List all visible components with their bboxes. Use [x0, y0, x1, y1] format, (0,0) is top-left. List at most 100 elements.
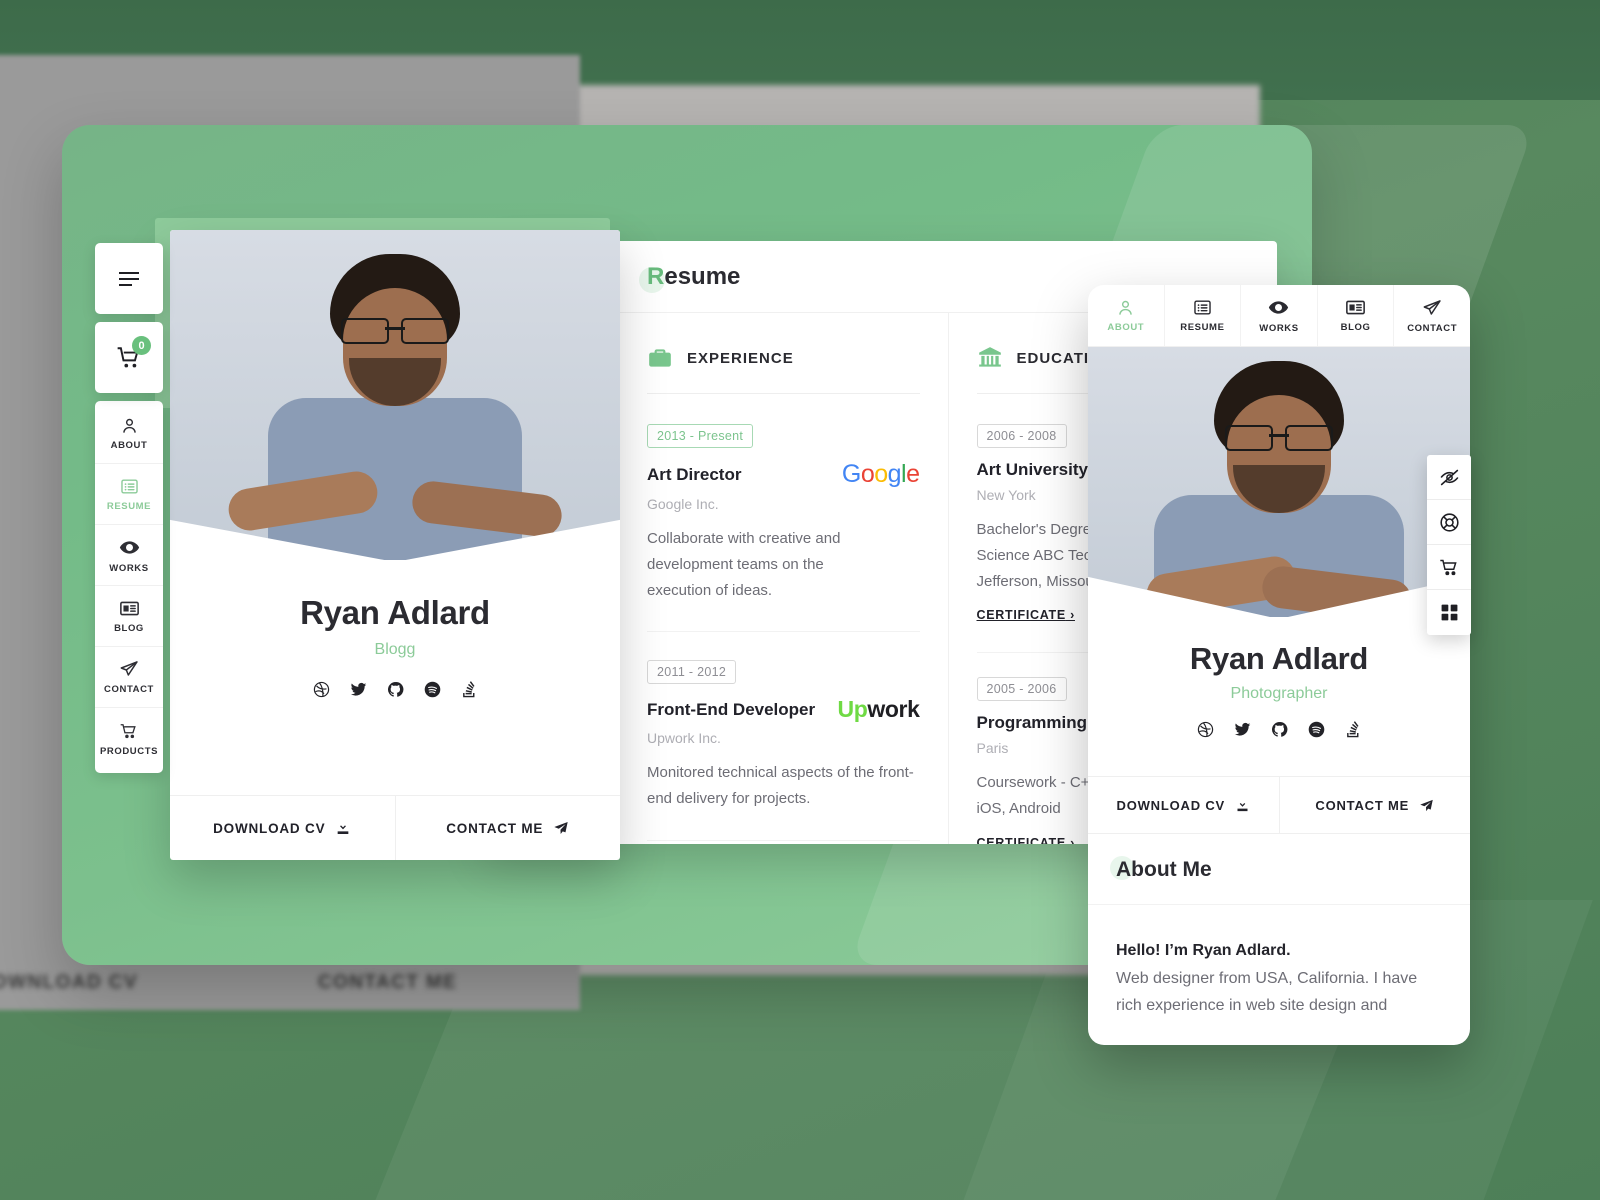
- sidebar-item-resume[interactable]: RESUME: [95, 464, 163, 525]
- profile-card-body: Ryan Adlard Blogg DOWNLOAD CV CONTACT ME: [170, 560, 620, 860]
- tab-label: WORKS: [1259, 323, 1299, 334]
- grid-button[interactable]: [1427, 590, 1471, 635]
- education-certificate-link[interactable]: CERTIFICATE ›: [977, 608, 1075, 622]
- education-certificate-link[interactable]: CERTIFICATE ›: [977, 836, 1075, 844]
- upwork-logo: Upwork: [837, 696, 920, 723]
- education-period-badge: 2006 - 2008: [976, 424, 1067, 448]
- list-card-icon: [1193, 298, 1212, 317]
- eye-slash-icon: [1439, 467, 1460, 488]
- mobile-about-text: Hello! I’m Ryan Adlard. Web designer fro…: [1088, 905, 1470, 1020]
- eye-icon: [1268, 297, 1289, 318]
- mobile-contact-me-button[interactable]: CONTACT ME: [1280, 777, 1471, 833]
- mobile-profile-body: Ryan Adlard Photographer: [1088, 617, 1470, 738]
- experience-divider: [647, 631, 920, 633]
- sidebar-item-label: RESUME: [106, 500, 152, 512]
- support-button[interactable]: [1427, 500, 1471, 545]
- spotify-icon[interactable]: [424, 681, 441, 698]
- mobile-preview-card: ABOUT RESUME WORKS BLOG CONTACT Ryan Adl…: [1088, 285, 1470, 1045]
- cart-count-badge: 0: [132, 336, 151, 355]
- profile-name: Ryan Adlard: [300, 594, 490, 631]
- hide-toggle-button[interactable]: [1427, 455, 1471, 500]
- background-blurred-download-label: OWNLOAD CV: [0, 972, 138, 993]
- download-icon: [335, 820, 351, 836]
- hamburger-icon: [116, 270, 142, 288]
- experience-entry: 2013 - Present Art Director Google Googl…: [647, 424, 920, 603]
- education-school: Art University: [976, 460, 1088, 479]
- sidebar-item-works[interactable]: WORKS: [95, 525, 163, 586]
- sidebar-item-label: ABOUT: [110, 439, 148, 451]
- user-icon: [1116, 298, 1135, 317]
- stackoverflow-icon[interactable]: [1345, 721, 1362, 738]
- cart-button[interactable]: 0: [95, 322, 163, 393]
- resume-title-rest: esume: [664, 262, 741, 290]
- experience-entry-row: Art Director Google: [647, 460, 920, 489]
- paper-plane-icon: [553, 820, 569, 836]
- left-sidebar-nav: 0 ABOUT RESUME WORKS BLOG CONTACT PRODUC…: [95, 243, 163, 781]
- contact-me-button[interactable]: CONTACT ME: [396, 796, 621, 860]
- life-ring-icon: [1439, 512, 1460, 533]
- education-school: Programming: [976, 713, 1088, 733]
- github-icon[interactable]: [387, 681, 404, 698]
- profile-photo-image: [170, 230, 620, 560]
- twitter-icon[interactable]: [350, 681, 367, 698]
- dribbble-icon[interactable]: [1197, 721, 1214, 738]
- about-body: Web designer from USA, California. I hav…: [1116, 969, 1418, 1015]
- sidebar-item-label: BLOG: [114, 622, 144, 634]
- download-cv-button[interactable]: DOWNLOAD CV: [170, 796, 396, 860]
- menu-toggle-button[interactable]: [95, 243, 163, 314]
- twitter-icon[interactable]: [1234, 721, 1251, 738]
- about-lead: Hello! I’m Ryan Adlard.: [1116, 942, 1291, 959]
- sidebar-item-about[interactable]: ABOUT: [95, 403, 163, 464]
- experience-company: Google Inc.: [647, 496, 719, 512]
- education-period-badge: 2005 - 2006: [976, 677, 1067, 702]
- tab-about[interactable]: ABOUT: [1088, 285, 1165, 346]
- tab-blog[interactable]: BLOG: [1318, 285, 1395, 346]
- eye-icon: [119, 537, 140, 558]
- mobile-profile-photo: [1088, 347, 1470, 617]
- experience-period-badge: 2011 - 2012: [647, 660, 737, 685]
- sidebar-item-blog[interactable]: BLOG: [95, 586, 163, 647]
- experience-period-badge: 2013 - Present: [647, 424, 754, 448]
- mobile-download-cv-button[interactable]: DOWNLOAD CV: [1088, 777, 1280, 833]
- mobile-tab-bar: ABOUT RESUME WORKS BLOG CONTACT: [1088, 285, 1470, 347]
- grid-icon: [1440, 603, 1459, 622]
- tab-label: ABOUT: [1107, 322, 1145, 333]
- bank-icon: [977, 345, 1003, 371]
- sidebar-item-label: CONTACT: [104, 684, 154, 695]
- experience-description: Monitored technical aspects of the front…: [647, 764, 914, 808]
- experience-entry: 2011 - 2012 Front-End Developer Upwork U…: [647, 660, 920, 812]
- experience-divider: [647, 839, 920, 841]
- sidebar-item-contact[interactable]: CONTACT: [95, 647, 163, 708]
- mobile-section-title: About Me: [1088, 834, 1470, 905]
- briefcase-icon: [647, 345, 673, 371]
- cart-button[interactable]: [1427, 545, 1471, 590]
- tab-label: BLOG: [1340, 322, 1371, 333]
- profile-card-actions: DOWNLOAD CV CONTACT ME: [170, 795, 620, 860]
- cart-icon: [1438, 557, 1461, 578]
- sidebar-item-products[interactable]: PRODUCTS: [95, 708, 163, 769]
- tab-label: CONTACT: [1407, 322, 1458, 334]
- experience-job-title: Art Director: [647, 464, 742, 484]
- experience-company: Upwork Inc.: [647, 730, 721, 747]
- paper-plane-icon: [1422, 298, 1442, 318]
- spotify-icon[interactable]: [1308, 721, 1325, 738]
- profile-role: Blogg: [374, 641, 416, 658]
- profile-social-links: [170, 681, 620, 698]
- tab-contact[interactable]: CONTACT: [1394, 285, 1470, 346]
- paper-plane-icon: [1419, 798, 1434, 813]
- sidebar-item-label: WORKS: [109, 562, 149, 574]
- tab-works[interactable]: WORKS: [1241, 285, 1318, 346]
- news-icon: [119, 599, 140, 618]
- list-card-icon: [120, 477, 139, 496]
- stackoverflow-icon[interactable]: [461, 681, 478, 698]
- dribbble-icon[interactable]: [313, 681, 330, 698]
- github-icon[interactable]: [1271, 721, 1288, 738]
- experience-heading: EXPERIENCE: [647, 345, 920, 393]
- mobile-profile-photo-image: [1088, 347, 1470, 617]
- tab-resume[interactable]: RESUME: [1165, 285, 1242, 346]
- resume-title-initial: R: [647, 262, 665, 290]
- mobile-profile-name: Ryan Adlard: [1189, 641, 1369, 676]
- background-blurred-contact-label: CONTACT ME: [318, 972, 458, 993]
- about-me-title: About Me: [1116, 858, 1212, 881]
- sidebar-item-label: PRODUCTS: [99, 745, 159, 757]
